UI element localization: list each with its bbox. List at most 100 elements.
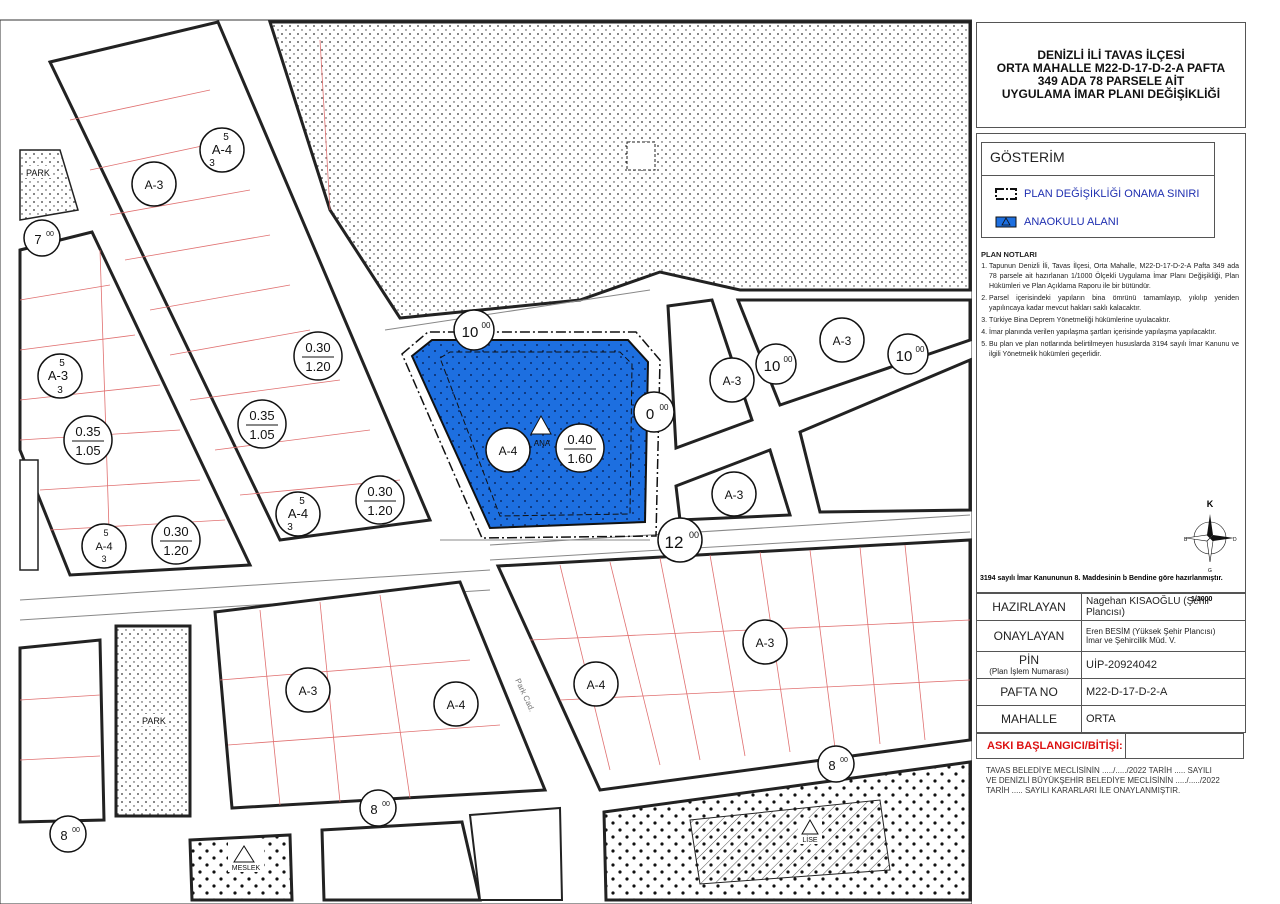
dotted-area-north [267, 20, 972, 320]
legend-panel: GÖSTERİM PLAN DEĞİŞİKLİĞİ ONAMA SINIRI A… [976, 133, 1246, 603]
zone-label-a3-5: A-3 [756, 636, 775, 650]
svg-text:3: 3 [101, 554, 106, 564]
pin-value: UİP-20924042 [1081, 651, 1246, 679]
row-pafta: PAFTA NO M22-D-17-D-2-A [976, 678, 1246, 706]
svg-text:1.20: 1.20 [163, 543, 188, 558]
plan-note-2: Parsel içerisindeki yapıların bina ömrün… [989, 294, 1239, 314]
mahalle-label: MAHALLE [976, 705, 1082, 733]
hazirlayan-label: HAZIRLAYAN [976, 593, 1082, 621]
svg-text:10: 10 [896, 348, 913, 365]
zone-label-a3-3: A-3 [833, 334, 852, 348]
row-hazirlayan: HAZIRLAYAN Nagehan KISAOĞLU (Şehir Planc… [976, 593, 1246, 621]
row-pin: PİN (Plan İşlem Numarası) UİP-20924042 [976, 651, 1246, 679]
legend-box: GÖSTERİM PLAN DEĞİŞİKLİĞİ ONAMA SINIRI A… [981, 142, 1215, 238]
svg-text:3: 3 [209, 158, 215, 169]
svg-text:5: 5 [103, 528, 108, 538]
title-panel: DENİZLİ İLİ TAVAS İLÇESİ ORTA MAHALLE M2… [976, 22, 1246, 128]
zoning-map[interactable]: A-3 A-3 A-3 A-3 A-3 A-3 A-4 A-4 A-4 0.30… [0, 0, 972, 904]
legal-basis-note: 3194 sayılı İmar Kanununun 8. Maddesinin… [980, 575, 1223, 582]
road-width-4: 0 00 [633, 391, 675, 433]
aski-label: ASKI BAŞLANGICI/BİTİŞİ: [987, 740, 1123, 752]
block-bottom-small [468, 806, 564, 901]
svg-text:8: 8 [370, 802, 377, 817]
floor-mark-4: 5 A-4 3 [81, 523, 127, 569]
svg-text:0.35: 0.35 [249, 408, 274, 423]
svg-text:A-4: A-4 [288, 506, 308, 521]
road-width-6: 7 00 [23, 219, 61, 257]
svg-text:0.30: 0.30 [305, 340, 330, 355]
aski-field: ASKI BAŞLANGICI/BİTİŞİ: [976, 733, 1244, 759]
title-line-4: UYGULAMA İMAR PLANI DEĞİŞİKLİĞİ [1001, 87, 1221, 101]
zone-label-a3-2: A-3 [723, 374, 742, 388]
zone-label-a4-1: A-4 [499, 444, 518, 458]
road-width-7: 8 00 [817, 745, 855, 783]
small-square-marker [626, 141, 656, 171]
pin-label: PİN [1018, 653, 1039, 667]
svg-text:ANA: ANA [534, 439, 551, 448]
svg-text:MESLEK: MESLEK [232, 865, 261, 872]
legend-item-boundary: PLAN DEĞİŞİKLİĞİ ONAMA SINIRI [994, 187, 1199, 201]
plan-note-5: Bu plan ve plan notlarında belirtilmeyen… [989, 340, 1239, 360]
legend-item-kindergarten: ANAOKULU ALANI [994, 215, 1119, 229]
block-edge-west [19, 459, 39, 571]
svg-text:10: 10 [764, 358, 781, 375]
plan-note-3: Türkiye Bina Deprem Yönetmeliği hükümler… [989, 316, 1239, 326]
svg-text:A-3: A-3 [48, 368, 68, 383]
mahalle-value: ORTA [1081, 705, 1246, 733]
plan-note-1: Tapunun Denizli İli, Tavas İlçesi, Orta … [989, 262, 1239, 292]
approval-line-1: TAVAS BELEDİYE MECLİSİNİN ...../...../20… [986, 766, 1212, 775]
svg-text:00: 00 [72, 827, 80, 834]
svg-text:8: 8 [828, 758, 835, 773]
boundary-icon [995, 188, 1017, 200]
school-symbol-lise: LİSE [798, 818, 822, 844]
svg-text:0.30: 0.30 [163, 524, 188, 539]
svg-text:3: 3 [287, 522, 293, 533]
plan-note-4: İmar planında verilen yapılaşma şartları… [989, 328, 1239, 338]
pafta-label: PAFTA NO [976, 678, 1082, 706]
far-label-6: 0.40 1.60 [555, 423, 605, 473]
row-onaylayan: ONAYLAYAN Eren BESİM (Yüksek Şehir Planc… [976, 620, 1246, 652]
svg-text:0.30: 0.30 [367, 484, 392, 499]
floor-mark-1: 5 A-4 3 [199, 127, 245, 173]
compass-icon: K B D G [1184, 499, 1237, 574]
far-label-4: 0.30 1.20 [355, 475, 405, 525]
svg-text:8: 8 [60, 828, 67, 843]
plan-notes-title: PLAN NOTLARI [981, 250, 1037, 259]
svg-text:00: 00 [689, 530, 699, 540]
zone-label-a3-4: A-3 [725, 488, 744, 502]
approval-line-3: TARİH ..... SAYILI KARARLARI İLE ONAYLAN… [986, 786, 1181, 795]
kindergarten-icon [995, 216, 1017, 228]
zone-label-a3-1: A-3 [145, 178, 164, 192]
onaylayan-value-2: İmar ve Şehircilik Müd. V. [1086, 636, 1176, 645]
svg-text:A-4: A-4 [212, 142, 232, 157]
svg-text:0.35: 0.35 [75, 424, 100, 439]
road-width-1: 10 00 [453, 309, 495, 351]
svg-text:00: 00 [46, 231, 54, 238]
svg-text:D: D [1233, 537, 1237, 543]
block-west-south [18, 638, 106, 824]
approval-statement: TAVAS BELEDİYE MECLİSİNİN ...../...../20… [976, 762, 1244, 812]
svg-text:00: 00 [784, 355, 793, 364]
svg-text:7: 7 [34, 232, 41, 247]
legend-label-boundary: PLAN DEĞİŞİKLİĞİ ONAMA SINIRI [1024, 188, 1200, 200]
road-width-5: 12 00 [657, 517, 703, 563]
svg-text:00: 00 [382, 801, 390, 808]
svg-text:LİSE: LİSE [802, 835, 818, 844]
info-table: HAZIRLAYAN Nagehan KISAOĞLU (Şehir Planc… [976, 593, 1246, 733]
svg-text:00: 00 [660, 403, 669, 412]
svg-text:1.05: 1.05 [249, 427, 274, 442]
svg-text:00: 00 [482, 321, 491, 330]
svg-text:1.20: 1.20 [305, 359, 330, 374]
plan-notes: PLAN NOTLARI Tapunun Denizli İli, Tavas … [981, 250, 1239, 362]
svg-text:1.05: 1.05 [75, 443, 100, 458]
svg-text:10: 10 [462, 324, 479, 341]
pin-sublabel: (Plan İşlem Numarası) [989, 667, 1069, 676]
pin-label-cell: PİN (Plan İşlem Numarası) [976, 651, 1082, 679]
aski-value-box[interactable] [1125, 734, 1244, 758]
school-symbol-meslek: MESLEK [228, 842, 264, 872]
block-bottom-middle [320, 820, 482, 902]
svg-text:1.60: 1.60 [567, 451, 592, 466]
onaylayan-label: ONAYLAYAN [976, 620, 1082, 652]
approval-line-2: VE DENİZLİ BÜYÜKŞEHİR BELEDİYE MECLİSİNİ… [986, 776, 1220, 785]
far-label-1: 0.30 1.20 [293, 331, 343, 381]
